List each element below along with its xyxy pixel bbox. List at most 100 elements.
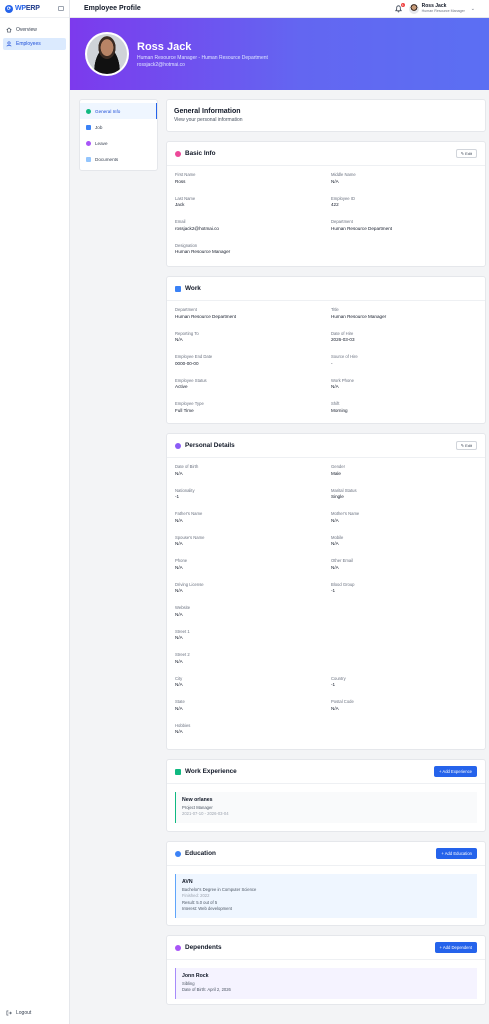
tab-documents[interactable]: Documents xyxy=(80,151,157,167)
chevron-down-icon: ⌄ xyxy=(470,5,475,12)
sidebar-item-overview[interactable]: Overview xyxy=(3,24,66,36)
field-value: Jack xyxy=(175,202,185,207)
field-value: Human Resource Manager xyxy=(175,249,231,254)
degree: Bachelor's Degree in Computer Science xyxy=(182,886,257,892)
field: Date of Birth N/A xyxy=(175,464,321,488)
field: Email rossjack2@hotmai.co xyxy=(175,219,321,243)
field-label: Street 1 xyxy=(175,628,190,634)
field: Father's Name N/A xyxy=(175,511,321,535)
field: Gender Male xyxy=(331,464,477,488)
pencil-icon: ✎ xyxy=(460,151,465,156)
field-label: Street 2 xyxy=(175,652,190,657)
field-label: Postal Code xyxy=(331,699,354,704)
field: Hobbies N/A xyxy=(175,723,321,747)
logo[interactable]: ⟳ WPERP xyxy=(0,0,69,18)
field-label: Employee Status xyxy=(175,377,207,383)
card-title: Work Experience xyxy=(185,768,237,775)
field: Driving License N/A xyxy=(175,582,321,606)
field-label: Father's Name xyxy=(175,511,203,516)
profile-avatar xyxy=(85,32,129,76)
field: Mobile N/A xyxy=(331,535,477,559)
field-label: Department xyxy=(331,219,353,224)
field-value: Male xyxy=(331,470,341,476)
clock-icon xyxy=(86,140,91,146)
field: Last Name Jack xyxy=(175,196,321,220)
field-label: Employee Type xyxy=(175,401,204,406)
tab-general-info[interactable]: General Info xyxy=(80,103,157,119)
field-label: Country xyxy=(331,675,346,681)
field-label: Title xyxy=(331,307,339,312)
add-education-button[interactable]: + Add Education xyxy=(436,848,477,859)
field-grid: Date of Birth N/A Gender Male Nationality -1 M… xyxy=(167,458,485,746)
sidebar-item-employees[interactable]: Employees xyxy=(3,38,66,50)
field: Source of Hire - xyxy=(331,354,477,378)
card-title: Work xyxy=(185,285,201,292)
field: Employee Status Active xyxy=(175,378,321,402)
sidebar-toggle-icon[interactable] xyxy=(58,6,64,11)
main-content: General Information View your personal i… xyxy=(166,99,486,1014)
field-label: Website xyxy=(175,605,191,610)
wperp-logo-icon: ⟳ xyxy=(5,4,13,13)
field-value: Full Time xyxy=(175,407,194,413)
field: Title Human Resource Manager xyxy=(331,307,477,331)
field-label: Source of Hire xyxy=(331,354,358,359)
page-title: Employee Profile xyxy=(84,5,141,12)
field-value: N/A xyxy=(175,564,183,570)
work-experience-card: Work Experience + Add Experience New orl… xyxy=(166,759,486,832)
logout-label: Logout xyxy=(16,1010,32,1016)
experience-item: New orlanes Project Manager 2021-07-10 -… xyxy=(175,792,477,823)
field: State N/A xyxy=(175,699,321,723)
user-menu[interactable]: Ross Jack Human Resource Manager ⌄ xyxy=(408,3,475,14)
field: Nationality -1 xyxy=(175,488,321,512)
profile-subtitle: Human Resource Manager - Human Resource … xyxy=(137,54,268,61)
field-value: Human Resource Department xyxy=(175,313,237,319)
field-value: N/A xyxy=(331,384,339,389)
sidebar: ⟳ WPERP Overview Employees Logout xyxy=(0,0,70,1024)
info-icon xyxy=(175,150,181,157)
field: Designation Human Resource Manager xyxy=(175,243,321,267)
notifications-button[interactable]: 1 xyxy=(394,3,405,13)
field-label: First Name xyxy=(175,172,196,177)
field: Marital Status Single xyxy=(331,488,477,512)
field: Country -1 xyxy=(331,676,477,700)
add-dependent-button[interactable]: + Add Dependent xyxy=(434,942,477,953)
tab-job[interactable]: Job xyxy=(80,119,157,135)
field: Department Human Resource Department xyxy=(331,219,477,243)
person-icon xyxy=(175,442,181,449)
general-info-header: General Information View your personal i… xyxy=(166,99,486,132)
field-value: Human Resource Department xyxy=(331,225,393,231)
field-grid: First Name Ross Middle Name N/A Last Name Jac… xyxy=(167,166,485,266)
field: First Name Ross xyxy=(175,172,321,196)
users-icon xyxy=(175,944,181,951)
result: Result: 5.0 out of 5 xyxy=(182,899,218,905)
field-value: rossjack2@hotmai.co xyxy=(175,225,219,231)
dependent-relation: Sibling xyxy=(182,980,195,986)
field-label: Employee ID xyxy=(331,195,355,201)
tab-leave[interactable]: Leave xyxy=(80,135,157,151)
add-experience-button[interactable]: + Add Experience xyxy=(434,766,477,777)
section-title: General Information xyxy=(174,108,241,115)
edit-button[interactable]: ✎ Edit xyxy=(455,441,477,450)
field-label: Department xyxy=(175,307,197,312)
logout-button[interactable]: Logout xyxy=(3,1008,34,1018)
field: Postal Code N/A xyxy=(331,699,477,723)
field: Middle Name N/A xyxy=(331,172,477,196)
field-value: Ross xyxy=(175,178,186,184)
field: Website N/A xyxy=(175,605,321,629)
logo-text-erp: ERP xyxy=(25,5,40,12)
personal-details-card: Personal Details ✎ Edit Date of Birth N/A G… xyxy=(166,433,486,750)
field-value: -1 xyxy=(175,494,180,499)
tab-label: Job xyxy=(95,124,103,130)
field: Employee Type Full Time xyxy=(175,401,321,425)
avatar xyxy=(408,3,419,14)
field-label: Reporting To xyxy=(175,330,199,336)
notification-badge: 1 xyxy=(400,3,405,7)
field-label: Date of Birth xyxy=(175,464,199,469)
work-card: Work Department Human Resource Department… xyxy=(166,276,486,424)
field: Phone N/A xyxy=(175,558,321,582)
field-label: City xyxy=(175,675,183,681)
edit-button[interactable]: ✎ Edit xyxy=(455,149,477,158)
field-value: N/A xyxy=(331,517,339,523)
field-value: Human Resource Manager xyxy=(331,313,387,319)
field-value: Active xyxy=(175,384,188,389)
